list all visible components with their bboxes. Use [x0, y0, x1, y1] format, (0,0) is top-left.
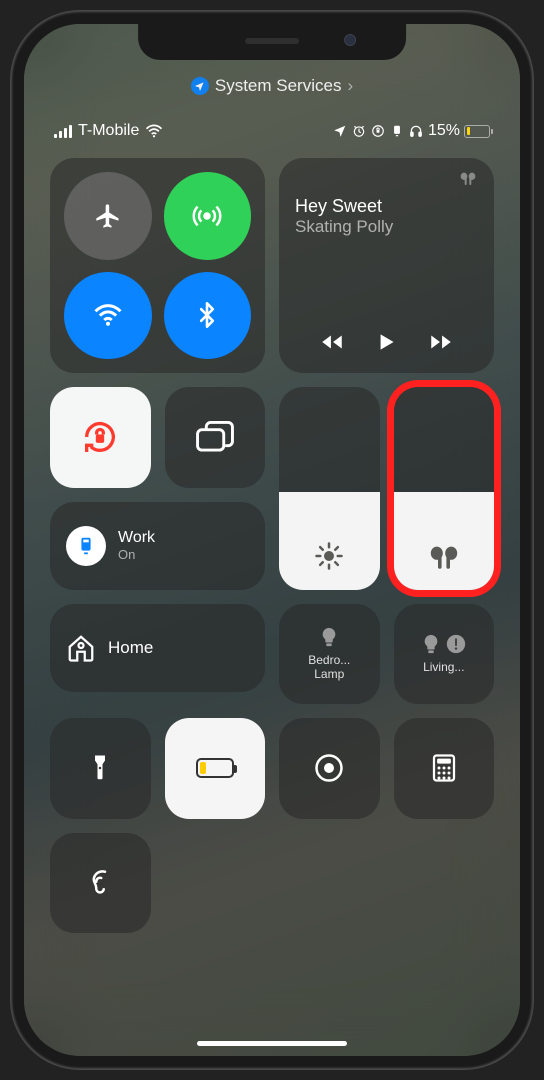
location-arrow-icon	[191, 77, 209, 95]
rotation-lock-icon	[80, 417, 120, 457]
return-to-app-label: System Services	[215, 76, 342, 96]
focus-state: On	[118, 547, 155, 562]
record-icon	[314, 753, 344, 783]
airplane-icon	[94, 202, 122, 230]
next-track-button[interactable]	[428, 329, 454, 355]
focus-status-icon	[390, 124, 404, 138]
accessory-label: Living...	[423, 661, 464, 675]
carrier-label: T-Mobile	[78, 122, 139, 140]
battery-low-icon	[196, 758, 234, 778]
alarm-icon	[352, 124, 366, 138]
volume-slider[interactable]	[394, 387, 495, 590]
location-status-icon	[333, 124, 347, 138]
brightness-slider[interactable]	[279, 387, 380, 590]
notch	[138, 24, 406, 60]
chevron-right-icon: ›	[347, 76, 353, 96]
media-artist: Skating Polly	[295, 217, 478, 237]
screen: System Services › T-Mobile 15%	[24, 24, 520, 1056]
airpods-icon	[458, 172, 478, 186]
airpods-icon	[426, 545, 462, 571]
return-to-app-link[interactable]: System Services ›	[50, 76, 494, 96]
battery-icon	[464, 125, 490, 138]
lightbulb-icon	[318, 626, 340, 648]
hearing-button[interactable]	[50, 833, 151, 934]
flashlight-icon	[85, 753, 115, 783]
alert-icon	[445, 633, 467, 655]
accessory-label: Bedro... Lamp	[308, 654, 350, 682]
calculator-icon	[429, 753, 459, 783]
status-bar: T-Mobile 15%	[50, 122, 494, 140]
connectivity-tile[interactable]	[50, 158, 265, 373]
home-indicator[interactable]	[197, 1041, 347, 1046]
airplane-mode-button[interactable]	[64, 172, 152, 260]
play-button[interactable]	[373, 329, 399, 355]
focus-icon-circle	[66, 526, 106, 566]
previous-track-button[interactable]	[319, 329, 345, 355]
focus-tile[interactable]: Work On	[50, 502, 265, 590]
calculator-button[interactable]	[394, 718, 495, 819]
home-tile[interactable]: Home	[50, 604, 265, 692]
screen-mirroring-button[interactable]	[165, 387, 266, 488]
wifi-icon	[145, 124, 163, 138]
cellular-data-button[interactable]	[164, 172, 252, 260]
accessory-bedroom-lamp[interactable]: Bedro... Lamp	[279, 604, 380, 705]
accessory-living[interactable]: Living...	[394, 604, 495, 705]
ear-icon	[85, 868, 115, 898]
cellular-signal-icon	[54, 125, 72, 138]
focus-name: Work	[118, 529, 155, 547]
screen-record-button[interactable]	[279, 718, 380, 819]
screen-mirroring-icon	[196, 421, 234, 453]
home-label: Home	[108, 638, 153, 658]
lightbulb-icon	[420, 633, 442, 655]
wifi-button[interactable]	[64, 272, 152, 360]
low-power-mode-button[interactable]	[165, 718, 266, 819]
flashlight-button[interactable]	[50, 718, 151, 819]
wifi-icon	[93, 303, 123, 327]
home-icon	[66, 633, 96, 663]
bluetooth-button[interactable]	[164, 272, 252, 360]
brightness-icon	[314, 541, 344, 571]
antenna-icon	[192, 201, 222, 231]
rotation-lock-button[interactable]	[50, 387, 151, 488]
briefcase-icon	[75, 535, 97, 557]
media-title: Hey Sweet	[295, 196, 478, 217]
phone-frame: System Services › T-Mobile 15%	[10, 10, 534, 1070]
bluetooth-icon	[193, 301, 221, 329]
battery-pct-label: 15%	[428, 122, 460, 140]
media-tile[interactable]: Hey Sweet Skating Polly	[279, 158, 494, 373]
headphones-icon	[409, 124, 423, 138]
rotation-lock-status-icon	[371, 124, 385, 138]
